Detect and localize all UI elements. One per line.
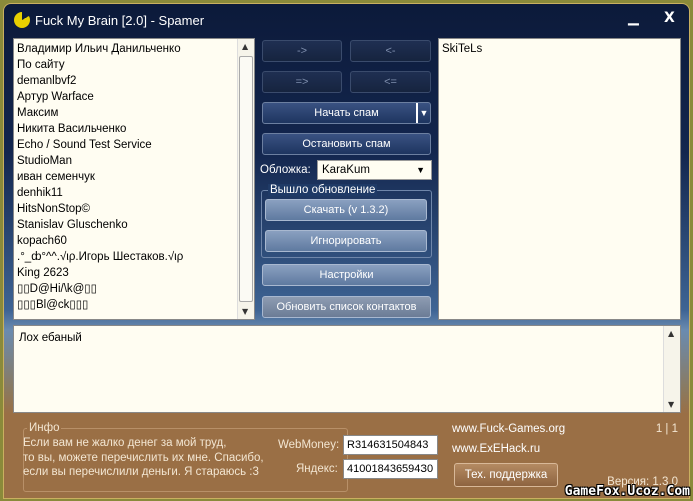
remove-one-button[interactable]: <- xyxy=(350,40,431,62)
ignore-update-button[interactable]: Игнорировать xyxy=(265,230,427,252)
update-label: Вышло обновление xyxy=(268,184,378,196)
list-item[interactable]: HitsNonStop© xyxy=(14,201,254,217)
close-button[interactable]: X xyxy=(664,10,675,26)
message-scrollbar[interactable]: ▲ ▼ xyxy=(663,326,680,412)
list-item[interactable]: Владимир Ильич Данильченко xyxy=(14,41,254,57)
yandex-field[interactable]: 410018436594З0 xyxy=(343,459,438,479)
remove-all-button[interactable]: <= xyxy=(350,71,431,93)
info-line: Если вам не жалко денег за мой труд, xyxy=(23,437,227,449)
list-item[interactable]: demanlbvf2 xyxy=(14,73,254,89)
list-item[interactable]: SkiTeLs xyxy=(439,41,680,57)
message-textarea[interactable]: Лох ебаный ▲ ▼ xyxy=(13,325,681,413)
minimize-button[interactable]: ▁ xyxy=(628,10,639,26)
link-fuck-games[interactable]: www.Fuck-Games.org xyxy=(452,423,565,435)
list-item[interactable]: Echo / Sound Test Service xyxy=(14,137,254,153)
settings-button[interactable]: Настройки xyxy=(262,264,431,286)
start-spam-label: Начать спам xyxy=(314,107,379,119)
page-counter: 1 | 1 xyxy=(655,423,678,435)
list-item[interactable]: Никита Васильченко xyxy=(14,121,254,137)
list-item[interactable]: kopach60 xyxy=(14,233,254,249)
contacts-list[interactable]: Владимир Ильич Данильченко По сайту demanl… xyxy=(13,38,255,320)
pacman-logo-icon xyxy=(14,12,30,28)
list-item[interactable]: King 2623 xyxy=(14,265,254,281)
list-item[interactable]: StudioMan xyxy=(14,153,254,169)
list-item[interactable]: .°_ȸ°^^.√ιρ.Игорь Шестаков.√ιρ xyxy=(14,249,254,265)
list-item[interactable]: Максим xyxy=(14,105,254,121)
chevron-down-icon[interactable]: ▼ xyxy=(416,103,430,123)
info-line: если вы перечислили деньги. Я стараюсь :… xyxy=(23,466,259,478)
start-spam-button[interactable]: Начать спам ▼ xyxy=(262,102,431,124)
list-item[interactable]: Артур Warface xyxy=(14,89,254,105)
list-item[interactable]: По сайту xyxy=(14,57,254,73)
message-text: Лох ебаный xyxy=(19,332,82,344)
refresh-contacts-button[interactable]: Обновить список контактов xyxy=(262,296,431,318)
watermark: GameFox.Ucoz.Com xyxy=(564,484,690,499)
list-item[interactable]: иван семенчук xyxy=(14,169,254,185)
add-all-button[interactable]: => xyxy=(262,71,342,93)
skin-value: KaraKum xyxy=(322,164,370,176)
link-exehack[interactable]: www.ExEHack.ru xyxy=(452,443,540,455)
webmoney-label: WebMoney: xyxy=(278,439,340,451)
yandex-label: Яндекс: xyxy=(296,463,338,475)
info-title: Инфо xyxy=(27,422,62,434)
download-update-button[interactable]: Скачать (v 1.3.2) xyxy=(265,199,427,221)
stop-spam-button[interactable]: Остановить спам xyxy=(262,133,431,155)
webmoney-field[interactable]: R314631504843 xyxy=(343,435,438,455)
scroll-down-icon[interactable]: ▼ xyxy=(668,400,674,409)
scroll-up-icon[interactable]: ▲ xyxy=(242,42,248,51)
list-item[interactable]: denhik11 xyxy=(14,185,254,201)
skin-label: Обложка: xyxy=(260,164,311,176)
selected-contacts-list[interactable]: SkiTeLs xyxy=(438,38,681,320)
title-bar: Fuck My Brain [2.0] - Spamer xyxy=(14,12,204,28)
info-line: то вы, можете перечислить их мне. Спасиб… xyxy=(23,452,264,464)
scroll-up-icon[interactable]: ▲ xyxy=(668,329,674,338)
window-title: Fuck My Brain [2.0] - Spamer xyxy=(35,12,205,28)
add-one-button[interactable]: -> xyxy=(262,40,342,62)
list-item[interactable]: Stanislav Gluschenko xyxy=(14,217,254,233)
support-button[interactable]: Тех. поддержка xyxy=(454,463,558,487)
chevron-down-icon: ▼ xyxy=(416,165,425,175)
list-item[interactable]: ▯▯▯Bl@ck▯▯▯ xyxy=(14,297,254,313)
skin-select[interactable]: KaraKum ▼ xyxy=(317,160,432,180)
contacts-scrollbar[interactable]: ▲ ▼ xyxy=(237,39,254,319)
bottom-panel: Инфо Если вам не жалко денег за мой труд… xyxy=(13,420,681,492)
list-item[interactable]: ▯▯D@Hi/\k@▯▯ xyxy=(14,281,254,297)
scroll-thumb[interactable] xyxy=(239,56,253,302)
scroll-down-icon[interactable]: ▼ xyxy=(242,307,248,316)
